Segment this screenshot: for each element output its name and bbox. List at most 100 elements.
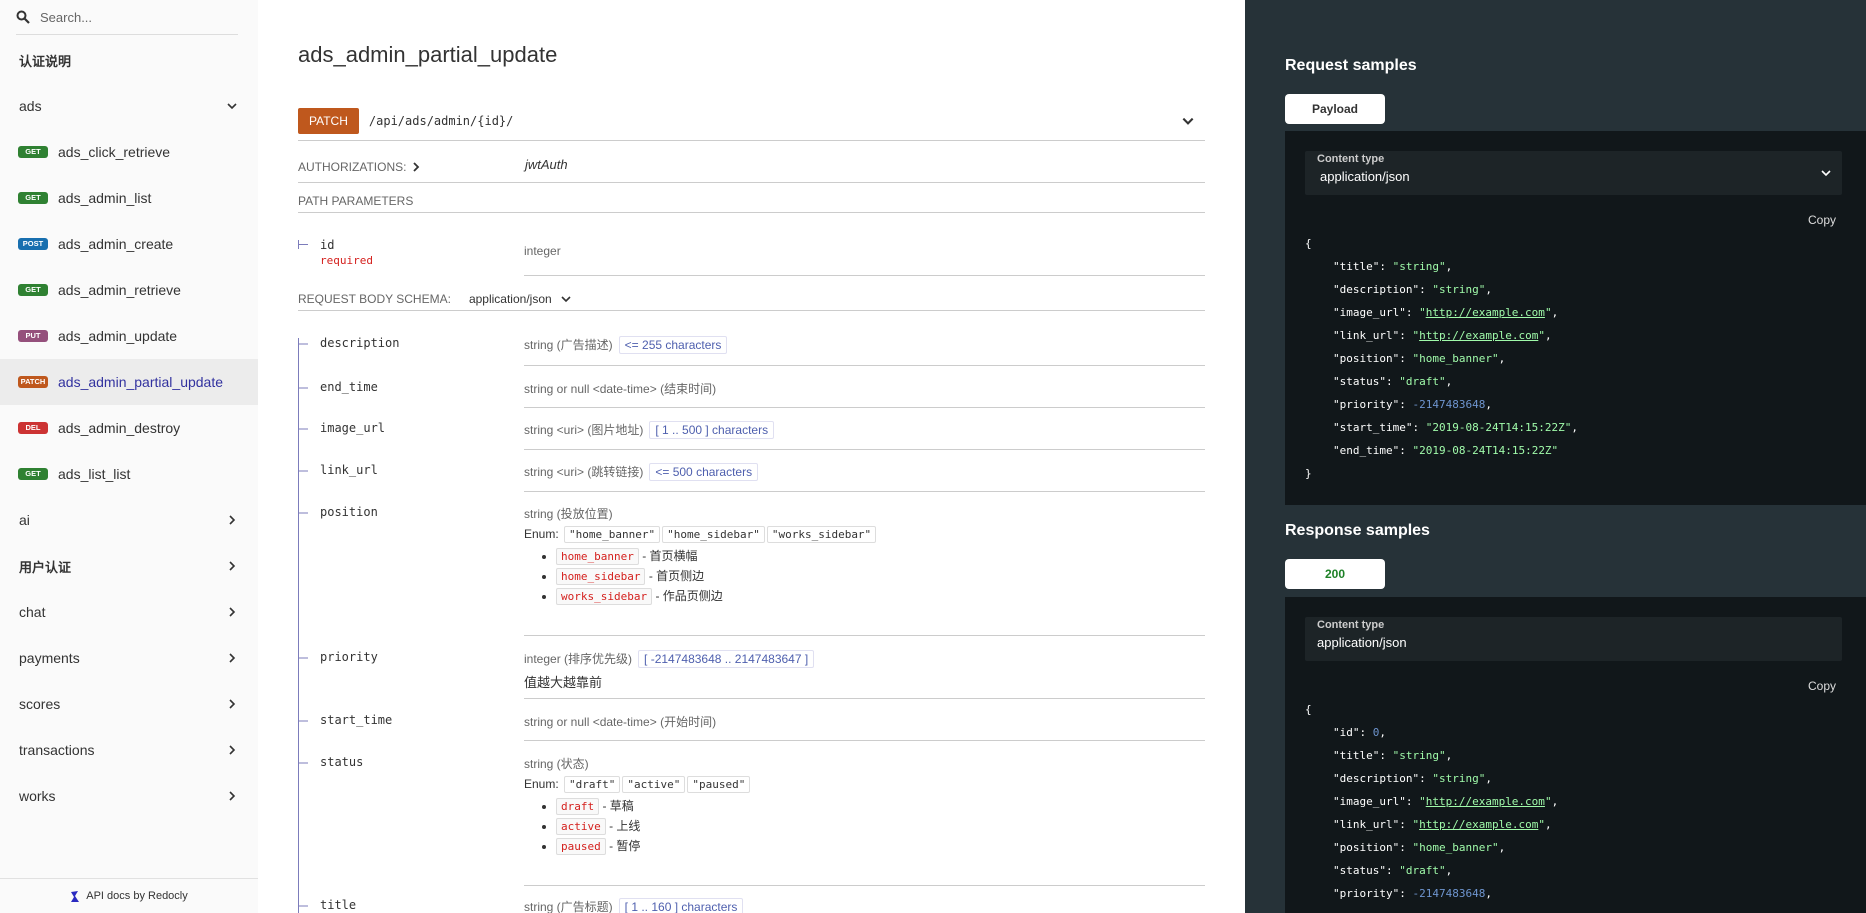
content-type-label: Content type: [1317, 619, 1385, 631]
divider: [524, 275, 1205, 276]
content-type-select[interactable]: Content type application/json: [1305, 151, 1842, 195]
enum-value: "works_sidebar": [766, 526, 877, 543]
endpoint-bar[interactable]: PATCH /api/ads/admin/{id}/: [298, 102, 1205, 141]
chevron-right-icon: [229, 607, 236, 617]
sidebar-group-payments[interactable]: payments: [0, 635, 258, 681]
divider: [524, 491, 1205, 492]
divider: [298, 310, 1205, 311]
chevron-right-icon: [229, 515, 236, 525]
param-type: string (状态) Enum: "draft" "active" "paused…: [524, 755, 1204, 857]
sidebar-op-ads-admin-retrieve[interactable]: GET ads_admin_retrieve: [0, 267, 258, 313]
param-name: id required: [298, 238, 373, 267]
sidebar-op-ads-admin-update[interactable]: PUT ads_admin_update: [0, 313, 258, 359]
chevron-right-icon: [229, 561, 236, 571]
authorizations-toggle[interactable]: AUTHORIZATIONS:: [298, 160, 422, 174]
sidebar-group-user-auth[interactable]: 用户认证: [0, 543, 258, 589]
sidebar-op-label: ads_click_retrieve: [58, 144, 171, 160]
example-link[interactable]: http://example.com: [1419, 818, 1538, 831]
body-schema-label: REQUEST BODY SCHEMA:: [298, 292, 451, 306]
request-json-code: { "title": "string", "description": "str…: [1305, 237, 1579, 480]
body-schema-type-select[interactable]: application/json: [469, 292, 552, 306]
method-badge: GET: [18, 192, 48, 204]
sidebar-item-label: transactions: [19, 742, 95, 758]
method-badge: GET: [18, 468, 48, 480]
response-samples-title: Response samples: [1285, 522, 1430, 539]
page-title: ads_admin_partial_update: [298, 42, 558, 67]
enum-row: Enum: "home_banner" "home_sidebar" "works_…: [524, 526, 1204, 543]
redocly-footer-text: API docs by Redocly: [86, 890, 188, 902]
divider: [524, 885, 1205, 886]
enum-item: home_sidebar - 首页侧边: [556, 567, 1204, 585]
response-sample-box: Content type application/json Copy { "id…: [1285, 597, 1866, 913]
enum-value: "active": [622, 776, 686, 793]
divider: [298, 182, 1205, 183]
param-type: integer: [524, 244, 561, 258]
param-type: integer (排序优先级)[ -2147483648 .. 21474836…: [524, 650, 1204, 691]
method-badge: PUT: [18, 330, 48, 342]
divider: [524, 698, 1205, 699]
sidebar-op-ads-admin-partial-update[interactable]: PATCH ads_admin_partial_update: [0, 359, 258, 405]
param-type: string <uri> (图片地址)[ 1 .. 500 ] characte…: [524, 421, 1204, 439]
copy-button[interactable]: Copy: [1808, 213, 1836, 227]
method-badge: POST: [18, 238, 48, 250]
redocly-logo-icon: [71, 890, 80, 902]
sidebar-item-label: 用户认证: [19, 559, 72, 575]
required-label: required: [320, 254, 373, 267]
sidebar-op-ads-click-retrieve[interactable]: GET ads_click_retrieve: [0, 129, 258, 175]
content-type-value: application/json: [1320, 169, 1410, 184]
sidebar-op-label: ads_list_list: [58, 466, 131, 482]
sidebar-group-ai[interactable]: ai: [0, 497, 258, 543]
param-type: string (广告标题)[ 1 .. 160 ] characters: [524, 898, 1204, 913]
divider: [524, 407, 1205, 408]
enum-value: "home_sidebar": [662, 526, 765, 543]
param-description: 值越大越靠前: [524, 675, 603, 690]
example-link[interactable]: http://example.com: [1426, 795, 1545, 808]
sidebar-group-chat[interactable]: chat: [0, 589, 258, 635]
sidebar-op-label: ads_admin_destroy: [58, 420, 181, 436]
method-badge: PATCH: [18, 376, 48, 388]
method-badge: GET: [18, 146, 48, 158]
constraint-badge: <= 500 characters: [649, 463, 759, 481]
enum-item: home_banner - 首页横幅: [556, 547, 1204, 565]
sidebar-op-ads-admin-list[interactable]: GET ads_admin_list: [0, 175, 258, 221]
enum-item: active - 上线: [556, 817, 1204, 835]
enum-value: "draft": [564, 776, 621, 793]
enum-item: draft - 草稿: [556, 797, 1204, 815]
tree-branches: [298, 343, 308, 907]
enum-item: paused - 暂停: [556, 837, 1204, 855]
sidebar-group-works[interactable]: works: [0, 773, 258, 819]
chevron-down-icon: [1821, 170, 1831, 177]
sidebar-op-ads-list-list[interactable]: GET ads_list_list: [0, 451, 258, 497]
divider: [298, 212, 1205, 213]
sidebar-op-label: ads_admin_list: [58, 190, 152, 206]
endpoint-path: /api/ads/admin/{id}/: [368, 114, 514, 128]
example-link[interactable]: http://example.com: [1419, 329, 1538, 342]
param-type: string <uri> (跳转链接) <= 500 characters: [524, 463, 1204, 481]
search-input[interactable]: [38, 8, 222, 26]
path-params-label: PATH PARAMETERS: [298, 194, 414, 208]
sidebar-item-auth[interactable]: 认证说明: [0, 37, 258, 83]
payload-tab[interactable]: Payload: [1285, 94, 1385, 124]
divider: [524, 365, 1205, 366]
redocly-footer-link[interactable]: API docs by Redocly: [0, 878, 258, 913]
sidebar: 认证说明 ads GET ads_click_retrieve GET ads_ad…: [0, 0, 259, 913]
content-type-label: Content type: [1317, 153, 1385, 165]
sidebar-op-ads-admin-destroy[interactable]: DEL ads_admin_destroy: [0, 405, 258, 451]
chevron-right-icon: [229, 699, 236, 709]
copy-button[interactable]: Copy: [1808, 679, 1836, 693]
search-bar: [16, 0, 238, 35]
samples-panel: Request samples Payload Content type app…: [1245, 0, 1866, 913]
divider: [524, 740, 1205, 741]
operation-content: ads_admin_partial_update PATCH /api/ads/…: [258, 0, 1245, 913]
response-200-tab[interactable]: 200: [1285, 559, 1385, 589]
sidebar-op-ads-admin-create[interactable]: POST ads_admin_create: [0, 221, 258, 267]
sidebar-group-scores[interactable]: scores: [0, 681, 258, 727]
param-type: string or null <date-time> (结束时间): [524, 382, 717, 396]
search-icon: [16, 10, 30, 24]
chevron-down-icon: [1182, 117, 1194, 125]
sidebar-item-label: chat: [19, 604, 46, 620]
request-samples-title: Request samples: [1285, 57, 1417, 74]
example-link[interactable]: http://example.com: [1426, 306, 1545, 319]
sidebar-group-ads[interactable]: ads: [0, 83, 258, 129]
sidebar-group-transactions[interactable]: transactions: [0, 727, 258, 773]
